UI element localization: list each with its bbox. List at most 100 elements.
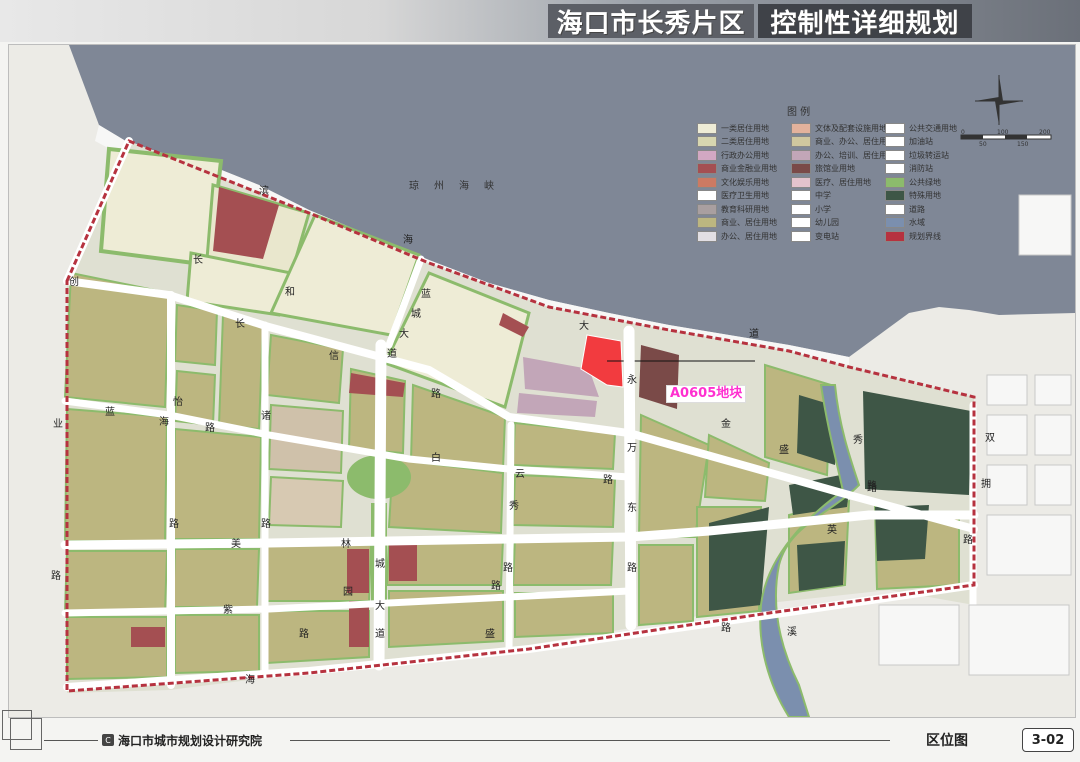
legend-item: 中学 — [791, 190, 831, 202]
legend-label: 水域 — [909, 218, 925, 227]
sea-name: 琼州海峡 — [409, 181, 509, 192]
legend-swatch — [791, 136, 811, 147]
road-label: 海 — [403, 235, 413, 246]
legend-label: 文化娱乐用地 — [721, 177, 769, 187]
legend-label: 公共绿地 — [909, 177, 941, 187]
legend-label: 加油站 — [909, 137, 933, 146]
legend-item: 水域 — [885, 217, 925, 229]
land-use-map[interactable]: 琼州海峡 A0605地块 滨海大道长和长信路蓝城大道创业路蓝海路怡路诸路美林紫园… — [8, 44, 1076, 718]
scale-tick-0: 0 — [961, 129, 965, 136]
legend-label: 道路 — [909, 204, 925, 214]
legend-label: 小学 — [815, 204, 831, 214]
block-mixed-21 — [174, 614, 260, 675]
legend-swatch — [791, 217, 811, 228]
legend-item: 一类居住用地 — [697, 122, 769, 134]
legend-title: 图 例 — [787, 107, 811, 118]
road-label: 道 — [375, 629, 385, 640]
legend-item: 医疗卫生用地 — [697, 190, 769, 202]
block-mixed-25 — [638, 544, 694, 627]
legend-label: 消防站 — [909, 164, 933, 173]
footer: C 海口市城市规划设计研究院 区位图 3-02 — [0, 710, 1080, 762]
legend-label: 幼儿园 — [815, 218, 839, 227]
road-label: 路 — [299, 629, 309, 640]
road-label: 路 — [503, 563, 513, 574]
legend-swatch — [697, 136, 717, 147]
block-mixed-2 — [173, 303, 219, 367]
city-block-2 — [1034, 374, 1072, 406]
city-block-7 — [986, 514, 1072, 576]
road-label: 城 — [375, 559, 385, 570]
legend-item: 商业、办公、居住用地 — [791, 136, 895, 148]
road-label: 秀 — [509, 501, 519, 512]
road-label: 大 — [579, 321, 589, 332]
road-label: 园 — [343, 587, 353, 598]
road-label: 长 — [193, 255, 203, 266]
legend-label: 变电站 — [815, 231, 839, 241]
legend-item: 文化娱乐用地 — [697, 176, 769, 188]
legend-swatch — [885, 136, 905, 147]
legend-label: 行政办公用地 — [721, 150, 769, 160]
primary-school-block — [267, 475, 345, 529]
road-label: 信 — [329, 351, 339, 362]
legend-label: 商业金融业用地 — [721, 164, 777, 173]
legend-label: 规划界线 — [909, 231, 941, 241]
title-banner: 海口市长秀片区 控制性详细规划 — [0, 0, 1080, 42]
block-mixed-7 — [171, 427, 263, 540]
block-mixed-6 — [63, 407, 169, 542]
road-label: 盛 — [485, 629, 495, 640]
road-label: 大 — [375, 601, 385, 612]
legend-swatch — [697, 190, 717, 201]
road-label: 路 — [169, 519, 179, 530]
road-label: 拥 — [981, 479, 991, 490]
legend-swatch — [697, 163, 717, 174]
city-block-1 — [986, 374, 1028, 406]
road-label: 蓝 — [105, 407, 115, 418]
legend: 一类居住用地 二类居住用地 行政办公用地 商业金融业用地 文化娱乐用地 医疗卫生用地 教育科… — [697, 122, 977, 246]
legend-swatch — [791, 230, 811, 242]
legend-item: 加油站 — [885, 136, 933, 148]
road-label: 海 — [245, 675, 255, 686]
legend-item: 特殊用地 — [885, 190, 941, 202]
road-lancheng — [373, 339, 387, 671]
scale-tick-200: 200 — [1039, 129, 1051, 136]
legend-swatch — [885, 122, 905, 134]
legend-label: 医疗卫生用地 — [721, 191, 769, 200]
road-label: 蓝 — [421, 289, 431, 300]
road-label: 双 — [985, 433, 995, 444]
legend-item: 幼儿园 — [791, 217, 839, 229]
road-label: 英 — [827, 525, 837, 536]
city-block-4 — [1034, 414, 1072, 456]
footer-line-right — [290, 740, 890, 741]
legend-item: 办公、培训、居住用地 — [791, 149, 895, 161]
legend-swatch — [697, 149, 717, 161]
legend-swatch — [791, 163, 811, 174]
road-label: 永 — [627, 375, 637, 386]
legend-item: 二类居住用地 — [697, 136, 769, 148]
legend-item: 商业金融业用地 — [697, 163, 777, 175]
road-label: 路 — [721, 623, 731, 634]
legend-label: 公共交通用地 — [909, 123, 957, 133]
legend-swatch — [885, 149, 905, 161]
legend-swatch — [697, 176, 717, 188]
legend-item: 道路 — [885, 203, 925, 215]
scale-tick-150: 150 — [1017, 141, 1029, 148]
legend-item: 医疗、居住用地 — [791, 176, 871, 188]
legend-label: 一类居住用地 — [721, 123, 769, 133]
scale-tick-50: 50 — [979, 141, 987, 148]
road-baiyun — [505, 421, 515, 654]
legend-item: 变电站 — [791, 230, 839, 242]
legend-swatch — [885, 163, 905, 174]
special-use-6 — [797, 541, 845, 591]
parcel-label[interactable]: A0605地块 — [666, 385, 747, 403]
road-label: 和 — [285, 287, 295, 298]
road-label: 道 — [387, 349, 397, 360]
block-mixed-16 — [171, 548, 261, 608]
road-label: 东 — [627, 503, 637, 514]
legend-label: 旅馆业用地 — [815, 164, 855, 173]
legend-swatch — [791, 122, 811, 134]
city-block-8 — [1018, 194, 1072, 256]
city-block-10 — [968, 604, 1070, 676]
title-sub: 控制性详细规划 — [758, 4, 972, 39]
legend-item: 公共交通用地 — [885, 122, 957, 134]
legend-swatch — [791, 203, 811, 215]
